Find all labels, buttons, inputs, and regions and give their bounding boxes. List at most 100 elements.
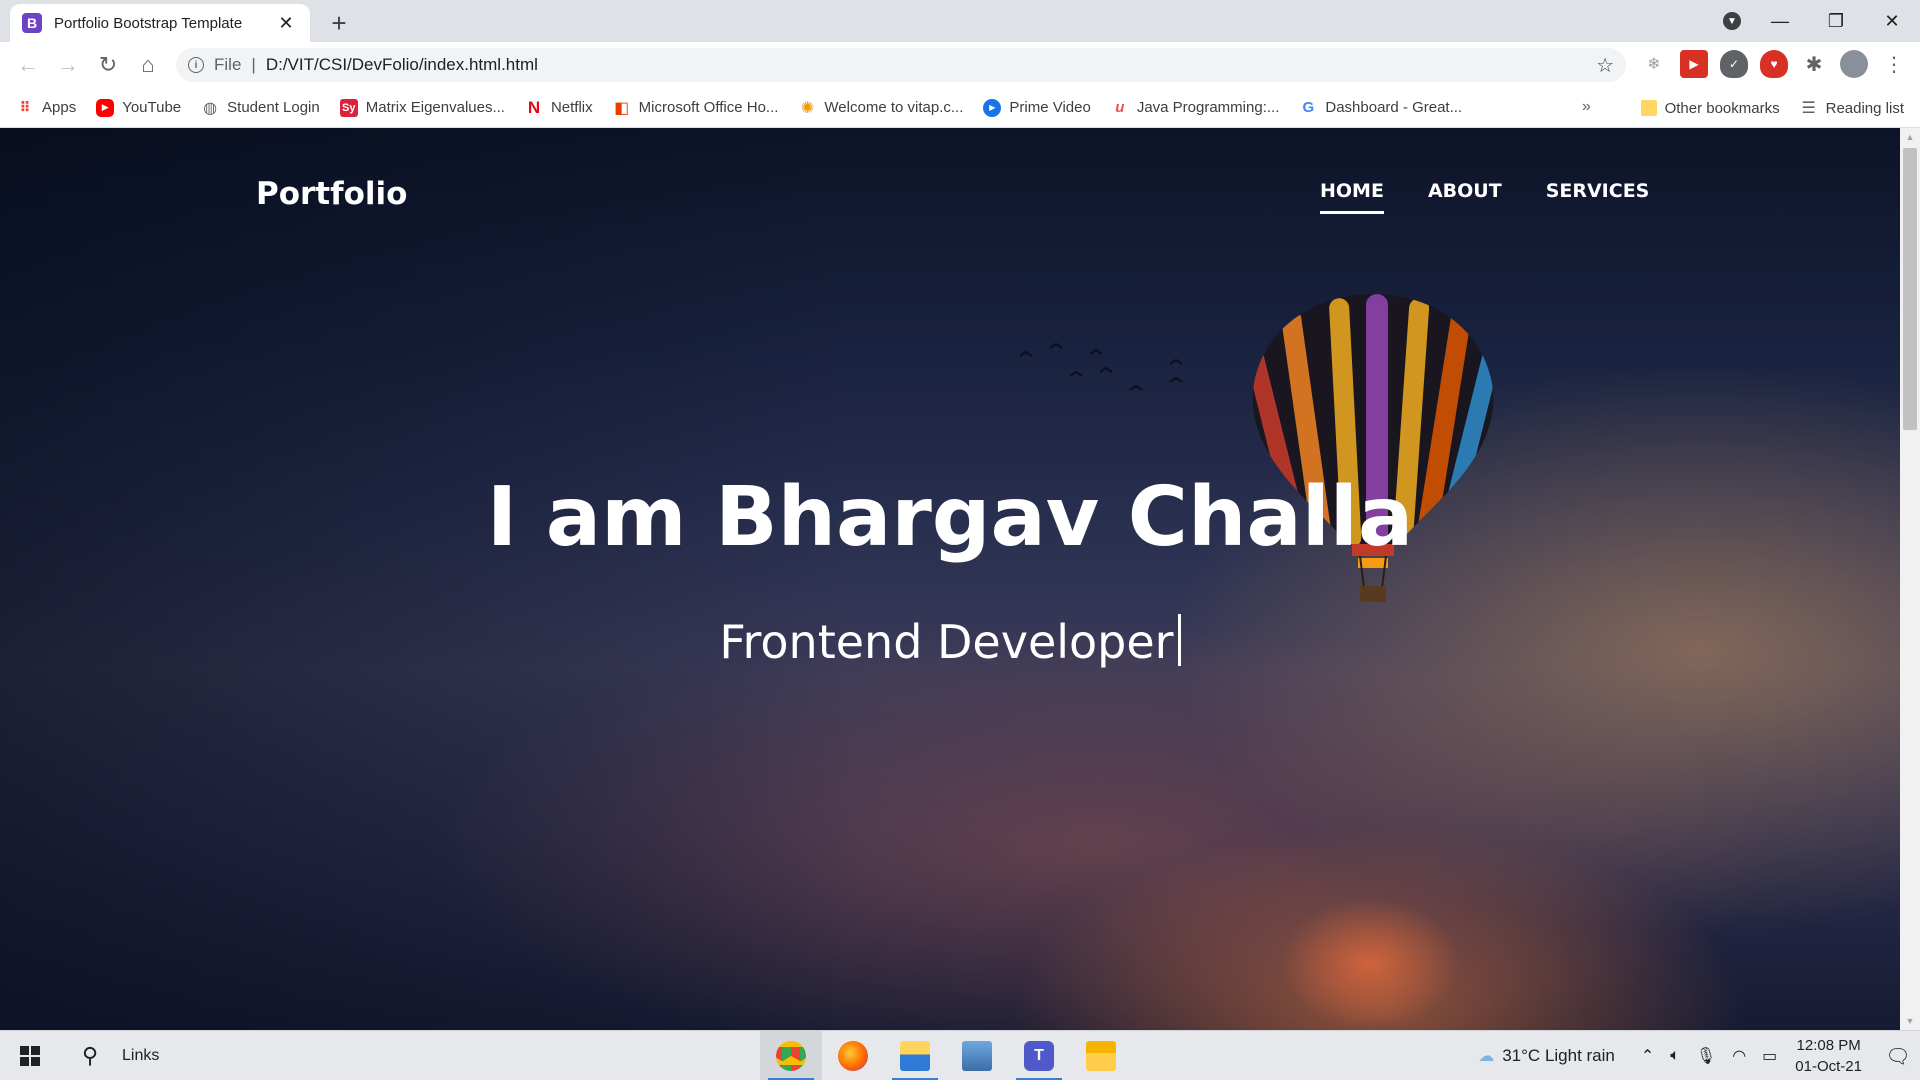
bookmark-label: Netflix	[550, 99, 593, 116]
taskbar-folder[interactable]	[1070, 1031, 1132, 1080]
taskbar-firefox[interactable]	[822, 1031, 884, 1080]
chevron-up-icon[interactable]: ⌃	[1641, 1046, 1654, 1066]
bookmark-youtube[interactable]: ▶ YouTube	[96, 98, 182, 117]
clock-date: 01-Oct-21	[1795, 1058, 1862, 1075]
video-extension-icon[interactable]: ▶	[1680, 50, 1708, 78]
battery-icon[interactable]: ▭	[1762, 1046, 1777, 1066]
sy-icon: Sy	[339, 98, 358, 117]
site-menu: HOME ABOUT SERVICES	[1320, 180, 1650, 214]
folder-icon	[1086, 1041, 1116, 1071]
bookmark-java-programming[interactable]: u Java Programming:...	[1111, 99, 1280, 117]
weather-condition: Light rain	[1544, 1046, 1615, 1065]
taskbar-apps: T	[760, 1031, 1132, 1080]
minimize-icon[interactable]: —	[1752, 11, 1808, 32]
weather-temp: 31°C	[1502, 1046, 1541, 1065]
kebab-menu-icon[interactable]: ⋮	[1880, 50, 1908, 78]
shield-extension-icon[interactable]: ✓	[1720, 50, 1748, 78]
bootstrap-favicon-icon: B	[22, 13, 42, 33]
scheme-separator: |	[251, 55, 256, 74]
scroll-down-icon[interactable]: ▼	[1900, 1012, 1920, 1030]
search-icon[interactable]: ⚲	[60, 1031, 120, 1080]
weather-widget[interactable]: ☁ 31°C Light rain	[1470, 1046, 1615, 1066]
hero-title: I am Bhargav Challa	[486, 470, 1414, 565]
bookmarks-right: Other bookmarks ☰ Reading list	[1640, 88, 1904, 128]
typing-caret	[1177, 614, 1181, 666]
forward-button[interactable]: →	[48, 45, 88, 85]
taskbar-teams[interactable]: T	[1008, 1031, 1070, 1080]
reload-button[interactable]: ↻	[88, 45, 128, 85]
system-clock[interactable]: 12:08 PM 01-Oct-21	[1795, 1035, 1862, 1077]
bookmark-matrix-eigenvalues[interactable]: Sy Matrix Eigenvalues...	[339, 98, 505, 117]
windows-taskbar: ⚲ Links T ☁ 31°C Light rain ⌃ 🔈︎ 🎙︎ ◠ ▭ …	[0, 1030, 1920, 1080]
adblock-extension-icon[interactable]: ♥	[1760, 50, 1788, 78]
tab-close-icon[interactable]: ✕	[274, 13, 298, 34]
site-navbar: Portfolio HOME ABOUT SERVICES	[0, 128, 1900, 228]
bookmark-dashboard[interactable]: G Dashboard - Great...	[1299, 99, 1463, 117]
bookmark-student-login[interactable]: ◍ Student Login	[201, 99, 320, 117]
puzzle-extensions-icon[interactable]: ✱	[1800, 50, 1828, 78]
nav-home[interactable]: HOME	[1320, 180, 1384, 214]
browser-toolbar: ← → ↻ ⌂ i File | D:/VIT/CSI/DevFolio/ind…	[0, 42, 1920, 88]
wifi-icon[interactable]: ◠	[1732, 1046, 1746, 1066]
bookmark-apps[interactable]: ⠿ Apps	[16, 99, 77, 117]
globe-icon: ◍	[203, 99, 218, 117]
bookmark-label: YouTube	[122, 99, 182, 116]
chevron-down-icon: ▼	[1723, 12, 1741, 30]
laptop-icon	[962, 1041, 992, 1071]
windows-logo-icon	[20, 1045, 40, 1066]
nav-services[interactable]: SERVICES	[1546, 180, 1650, 202]
bookmark-label: Prime Video	[1009, 99, 1091, 116]
bookmark-label: Student Login	[227, 99, 320, 116]
restore-icon[interactable]: ❐	[1808, 11, 1864, 32]
url-text[interactable]: D:/VIT/CSI/DevFolio/index.html.html	[266, 55, 1596, 75]
system-tray: ☁ 31°C Light rain ⌃ 🔈︎ 🎙︎ ◠ ▭ 12:08 PM 0…	[1470, 1031, 1920, 1080]
tab-title: Portfolio Bootstrap Template	[54, 14, 243, 32]
tab-search-button[interactable]: ▼	[1712, 12, 1752, 30]
bookmark-netflix[interactable]: N Netflix	[525, 97, 593, 117]
taskbar-file-explorer[interactable]	[884, 1031, 946, 1080]
site-brand[interactable]: Portfolio	[256, 176, 407, 212]
close-icon[interactable]: ✕	[1864, 11, 1920, 32]
bookmark-label: Dashboard - Great...	[1325, 99, 1463, 116]
nav-about[interactable]: ABOUT	[1428, 180, 1502, 202]
bookmark-label: Matrix Eigenvalues...	[365, 99, 505, 116]
scroll-thumb[interactable]	[1903, 148, 1917, 430]
other-bookmarks-label: Other bookmarks	[1664, 99, 1780, 117]
volume-icon[interactable]: 🔈︎	[1670, 1047, 1680, 1065]
office-icon: ◧	[614, 99, 630, 117]
folder-icon	[1640, 100, 1657, 116]
bookmark-star-icon[interactable]: ☆	[1596, 53, 1614, 78]
bookmark-label: Welcome to vitap.c...	[824, 99, 964, 116]
bookmarks-overflow-button[interactable]: »	[1582, 98, 1591, 116]
browser-tab[interactable]: B Portfolio Bootstrap Template ✕	[10, 4, 310, 42]
bookmark-prime-video[interactable]: ▶ Prime Video	[983, 98, 1091, 117]
scroll-up-icon[interactable]: ▲	[1900, 128, 1920, 146]
bookmark-vitap[interactable]: ✺ Welcome to vitap.c...	[798, 99, 964, 117]
taskbar-search-label[interactable]: Links	[122, 1047, 159, 1065]
bookmark-label: Apps	[42, 99, 77, 116]
other-bookmarks[interactable]: Other bookmarks	[1640, 99, 1780, 117]
hero-subtitle: Frontend Developer	[719, 615, 1174, 669]
windows-start-button[interactable]	[0, 1031, 60, 1080]
back-button[interactable]: ←	[8, 45, 48, 85]
netflix-icon: N	[527, 97, 541, 117]
address-bar[interactable]: i File | D:/VIT/CSI/DevFolio/index.html.…	[176, 48, 1626, 82]
reading-list[interactable]: ☰ Reading list	[1800, 99, 1904, 118]
reading-list-icon: ☰	[1801, 100, 1816, 117]
apps-grid-icon: ⠿	[19, 99, 31, 115]
microphone-icon[interactable]: 🎙︎	[1696, 1046, 1716, 1066]
taskbar-chrome[interactable]	[760, 1031, 822, 1080]
page-viewport: Portfolio HOME ABOUT SERVICES I am Bharg…	[0, 128, 1900, 1030]
bookmark-microsoft-office[interactable]: ◧ Microsoft Office Ho...	[613, 99, 778, 117]
snowflake-extension-icon[interactable]: ❄	[1640, 50, 1668, 78]
clock-time: 12:08 PM	[1796, 1037, 1861, 1054]
chrome-icon	[776, 1041, 806, 1071]
notification-icon[interactable]: 🗨︎	[1876, 1044, 1920, 1069]
new-tab-button[interactable]: +	[324, 8, 354, 38]
bookmark-label: Java Programming:...	[1136, 99, 1280, 116]
profile-avatar[interactable]	[1840, 50, 1868, 78]
taskbar-laptop[interactable]	[946, 1031, 1008, 1080]
page-scrollbar[interactable]: ▲ ▼	[1900, 128, 1920, 1030]
home-button[interactable]: ⌂	[128, 45, 168, 85]
info-icon[interactable]: i	[188, 57, 204, 73]
